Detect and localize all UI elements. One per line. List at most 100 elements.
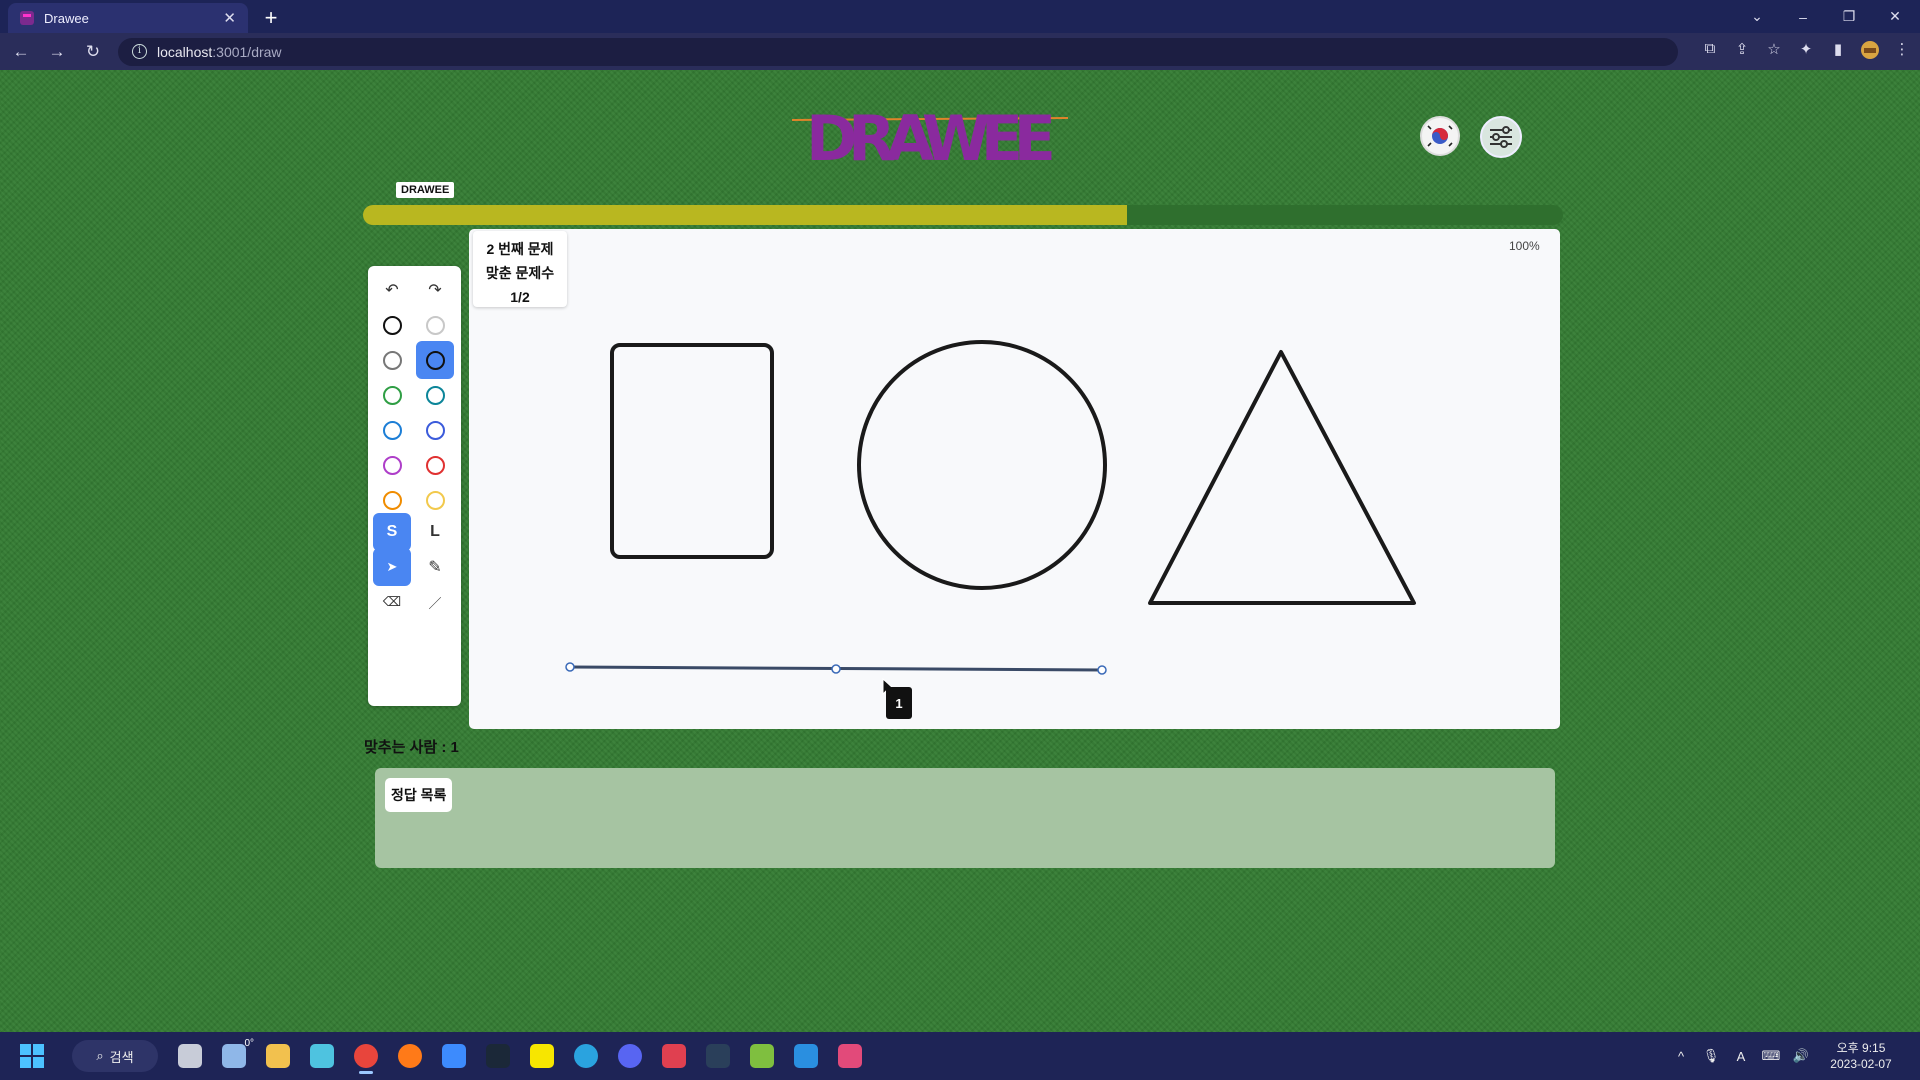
search-label: 검색 — [109, 1049, 134, 1065]
redo-button[interactable]: ↷ — [416, 271, 454, 309]
app-bird-icon[interactable] — [300, 1036, 344, 1076]
color-swatch-4[interactable] — [416, 341, 454, 379]
site-info-icon[interactable]: i — [132, 44, 147, 59]
extensions-icon[interactable]: ✦ — [1790, 40, 1822, 64]
color-swatch-6[interactable] — [416, 376, 454, 414]
git-icon[interactable] — [740, 1036, 784, 1076]
settings-button[interactable] — [1480, 116, 1522, 158]
back-icon[interactable]: ← — [6, 42, 36, 62]
browser-tab[interactable]: Drawee ✕ — [8, 3, 248, 33]
microphone-icon[interactable]: 🎙 — [1696, 1048, 1726, 1064]
color-swatch-5[interactable] — [373, 376, 411, 414]
telegram-icon[interactable] — [564, 1036, 608, 1076]
restore-icon[interactable]: ❐ — [1826, 8, 1872, 25]
app-red-icon[interactable] — [652, 1036, 696, 1076]
browser-toolbar: ← → ↻ i localhost:3001/draw ⧉ ⇪ ☆ ✦ ▮ ⋮ — [0, 33, 1920, 70]
new-tab-button[interactable]: + — [258, 5, 284, 31]
window-controls: ⌄ – ❐ ✕ — [1734, 0, 1918, 33]
line-handle-end[interactable] — [1097, 665, 1107, 675]
color-ring-icon — [425, 490, 445, 510]
network-icon[interactable]: ⌨ — [1756, 1048, 1786, 1064]
forward-icon[interactable]: → — [42, 42, 72, 62]
bookmark-star-icon[interactable]: ☆ — [1758, 40, 1790, 64]
file-explorer-icon[interactable] — [256, 1036, 300, 1076]
drawn-rectangle[interactable] — [610, 343, 774, 559]
color-swatch-1[interactable] — [373, 306, 411, 344]
line-handle-start[interactable] — [565, 662, 575, 672]
correct-count-label: 맞춘 문제수 — [485, 265, 555, 281]
drawee-favicon-icon — [20, 11, 34, 25]
color-swatch-11[interactable] — [373, 481, 411, 519]
tab-title: Drawee — [44, 10, 89, 26]
search-icon: ⌕ — [96, 1048, 104, 1063]
color-swatch-8[interactable] — [416, 411, 454, 449]
color-ring-icon — [382, 420, 402, 440]
color-swatch-12[interactable] — [416, 481, 454, 519]
pen-tool-button[interactable]: ✎ — [416, 548, 454, 586]
undo-button[interactable]: ↶ — [373, 271, 411, 309]
color-ring-icon — [425, 420, 445, 440]
color-swatch-10[interactable] — [416, 446, 454, 484]
reload-icon[interactable]: ↻ — [78, 42, 108, 62]
drawing-canvas[interactable] — [469, 229, 1560, 729]
line-tool-button[interactable]: ／ — [416, 583, 454, 621]
timer-progress-bar — [363, 205, 1563, 225]
undo-icon: ↶ — [385, 282, 399, 299]
minimize-icon[interactable]: – — [1780, 9, 1826, 25]
canvas-drawing — [565, 340, 1416, 675]
ime-indicator[interactable]: A — [1726, 1049, 1756, 1064]
url-path: :3001/draw — [212, 43, 282, 60]
color-ring-icon — [382, 315, 402, 335]
taskbar-clock[interactable]: 오후 9:15 2023-02-07 — [1816, 1040, 1906, 1072]
taskbar-apps: 0° — [168, 1036, 872, 1076]
vscode-icon[interactable] — [784, 1036, 828, 1076]
color-ring-icon — [382, 350, 402, 370]
color-swatch-3[interactable] — [373, 341, 411, 379]
tray-chevron-icon[interactable]: ^ — [1666, 1049, 1696, 1064]
color-swatch-2[interactable] — [416, 306, 454, 344]
profile-icon[interactable] — [1854, 40, 1886, 64]
kakaotalk-icon[interactable] — [520, 1036, 564, 1076]
taskbar-search-button[interactable]: ⌕ 검색 — [72, 1040, 158, 1072]
tab-search-chevron-icon[interactable]: ⌄ — [1734, 8, 1780, 25]
color-ring-icon — [382, 490, 402, 510]
volume-icon[interactable]: 🔊 — [1786, 1048, 1816, 1064]
firefox-icon[interactable] — [388, 1036, 432, 1076]
zoom-level[interactable]: 100% — [1503, 235, 1546, 257]
windows-start-icon[interactable] — [20, 1044, 44, 1068]
cursor-arrow-icon: ➤ — [386, 559, 398, 574]
discord-icon[interactable] — [608, 1036, 652, 1076]
share-icon[interactable]: ⇪ — [1726, 40, 1758, 64]
browser-tab-bar: Drawee ✕ + ⌄ – ❐ ✕ — [0, 0, 1920, 33]
task-view-icon[interactable] — [168, 1036, 212, 1076]
color-ring-icon — [425, 315, 445, 335]
answer-list-label: 정답 목록 — [385, 778, 453, 812]
weather-icon[interactable]: 0° — [212, 1036, 256, 1076]
color-ring-icon — [382, 385, 402, 405]
question-info-box: 2 번째 문제 맞춘 문제수 1/2 — [473, 231, 567, 307]
steam-2-icon[interactable] — [696, 1036, 740, 1076]
color-swatch-7[interactable] — [373, 411, 411, 449]
color-swatch-9[interactable] — [373, 446, 411, 484]
menu-icon[interactable]: ⋮ — [1886, 40, 1918, 64]
windows-taskbar: ⌕ 검색 0° ^ 🎙 A ⌨ 🔊 오후 9:15 2023-02-07 — [0, 1032, 1920, 1080]
select-tool-button[interactable]: ➤ — [373, 548, 411, 586]
app-blue-icon[interactable] — [432, 1036, 476, 1076]
eraser-tool-button[interactable]: ⌫ — [373, 583, 411, 621]
open-in-app-icon[interactable]: ⧉ — [1694, 40, 1726, 64]
address-bar[interactable]: i localhost:3001/draw — [118, 37, 1678, 66]
chrome-icon[interactable] — [344, 1036, 388, 1076]
drawn-circle[interactable] — [857, 340, 1107, 590]
side-panel-icon[interactable]: ▮ — [1822, 40, 1854, 64]
close-tab-icon[interactable]: ✕ — [223, 9, 236, 27]
snipping-icon[interactable] — [828, 1036, 872, 1076]
steam-icon[interactable] — [476, 1036, 520, 1076]
sliders-icon — [1490, 126, 1512, 148]
clock-date: 2023-02-07 — [1830, 1057, 1892, 1071]
close-window-icon[interactable]: ✕ — [1872, 8, 1918, 25]
line-handle-mid[interactable] — [831, 664, 841, 674]
system-tray: ^ 🎙 A ⌨ 🔊 오후 9:15 2023-02-07 — [1666, 1032, 1920, 1080]
tool-palette: ↶ ↷ S L ➤ ✎ ⌫ ／ — [368, 266, 461, 706]
drawn-triangle[interactable] — [1148, 350, 1416, 605]
language-flag-button[interactable] — [1420, 116, 1460, 156]
